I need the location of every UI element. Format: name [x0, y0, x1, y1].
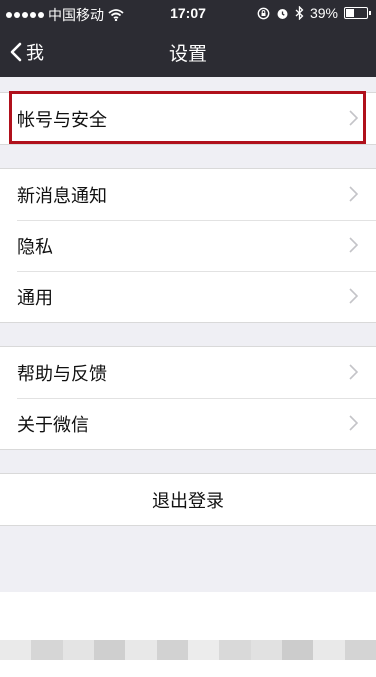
menu-item-label: 通用 — [17, 287, 53, 309]
chevron-right-icon — [349, 415, 358, 431]
menu-item-general[interactable]: 通用 — [0, 271, 376, 322]
navigation-bar: 我 设置 — [0, 27, 376, 77]
logout-button[interactable]: 退出登录 — [0, 474, 376, 525]
settings-screen: 中国移动 17:07 39% 我 设置 帐号与安全 新消息通知 隐私 通用 帮助… — [0, 0, 376, 592]
status-right: 39% — [257, 5, 371, 21]
settings-group-help: 帮助与反馈 关于微信 — [0, 346, 376, 450]
menu-item-label: 隐私 — [17, 236, 53, 258]
chevron-right-icon — [349, 237, 358, 253]
page-title: 设置 — [168, 43, 207, 65]
menu-item-label: 关于微信 — [17, 414, 89, 436]
battery-percent: 39% — [309, 5, 338, 21]
chevron-right-icon — [349, 110, 358, 126]
menu-item-privacy[interactable]: 隐私 — [0, 220, 376, 271]
settings-group-logout: 退出登录 — [0, 473, 376, 526]
chevron-right-icon — [349, 288, 358, 304]
menu-item-label: 帮助与反馈 — [17, 363, 107, 385]
battery-icon — [344, 7, 371, 19]
settings-group-account: 帐号与安全 — [0, 92, 376, 145]
chevron-right-icon — [349, 364, 358, 380]
menu-item-account-security[interactable]: 帐号与安全 — [0, 93, 376, 144]
bluetooth-icon — [295, 6, 304, 20]
rotation-lock-icon — [257, 7, 270, 19]
menu-item-about-wechat[interactable]: 关于微信 — [0, 398, 376, 449]
menu-item-label: 帐号与安全 — [17, 109, 107, 131]
chevron-right-icon — [349, 186, 358, 202]
logout-label: 退出登录 — [152, 490, 224, 512]
menu-item-notifications[interactable]: 新消息通知 — [0, 169, 376, 220]
alarm-icon — [277, 8, 288, 19]
status-bar: 中国移动 17:07 39% — [0, 0, 376, 27]
settings-group-general: 新消息通知 隐私 通用 — [0, 168, 376, 323]
menu-item-help-feedback[interactable]: 帮助与反馈 — [0, 347, 376, 398]
menu-item-label: 新消息通知 — [17, 185, 107, 207]
blurred-footer — [0, 640, 376, 660]
